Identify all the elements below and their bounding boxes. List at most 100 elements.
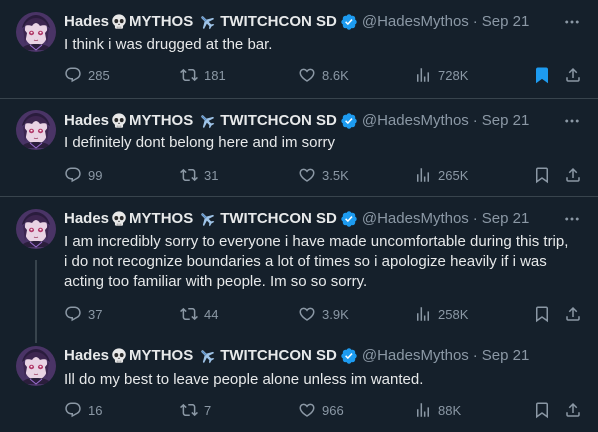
avatar[interactable]	[16, 12, 56, 52]
repost-button[interactable]: 7	[180, 400, 211, 420]
repost-count: 31	[204, 167, 219, 183]
reply-count: 99	[88, 167, 103, 183]
reply-button[interactable]: 285	[64, 65, 110, 85]
tweet-header: Hades MYTHOS TWITCHCON SD @HadesMythos ·…	[64, 346, 529, 366]
repost-button[interactable]: 31	[180, 165, 218, 185]
bookmark-icon	[533, 305, 551, 323]
user-handle[interactable]: @HadesMythos	[362, 12, 469, 32]
separator-dot: ·	[472, 13, 478, 30]
tweet-text: Ill do my best to leave people alone unl…	[64, 371, 424, 388]
reply-button[interactable]: 16	[64, 400, 102, 420]
reply-button[interactable]: 37	[64, 304, 102, 324]
repost-icon	[180, 305, 198, 323]
bookmark-filled-icon	[533, 66, 551, 84]
views-button[interactable]: 88K	[414, 400, 461, 420]
display-name[interactable]: Hades MYTHOS TWITCHCON SD	[64, 111, 358, 131]
repost-icon	[180, 401, 198, 419]
tweet-timestamp[interactable]: Sep 21	[482, 111, 530, 131]
more-options-button[interactable]	[562, 12, 582, 32]
like-count: 966	[322, 402, 344, 418]
repost-button[interactable]: 44	[180, 304, 218, 324]
display-name[interactable]: Hades MYTHOS TWITCHCON SD	[64, 12, 358, 32]
more-icon	[563, 13, 581, 31]
display-name[interactable]: Hades MYTHOS TWITCHCON SD	[64, 346, 358, 366]
bookmark-button[interactable]	[533, 65, 551, 85]
airplane-emoji-icon	[198, 13, 216, 31]
share-icon	[564, 305, 582, 323]
tweet-timestamp[interactable]: Sep 21	[482, 12, 530, 32]
tweet-actions: 37 44 3.9K 258K	[64, 304, 584, 324]
user-handle[interactable]: @HadesMythos	[362, 209, 469, 229]
views-button[interactable]: 728K	[414, 65, 468, 85]
more-icon	[563, 112, 581, 130]
view-count: 265K	[438, 167, 469, 183]
bookmark-button[interactable]	[533, 165, 551, 185]
verified-badge-icon	[340, 210, 358, 228]
repost-count: 44	[204, 306, 219, 322]
heart-icon	[298, 66, 316, 84]
tweet-timestamp[interactable]: Sep 21	[482, 209, 530, 229]
share-icon	[564, 66, 582, 84]
repost-count: 7	[204, 402, 212, 418]
bookmark-icon	[533, 166, 551, 184]
tweet-actions: 16 7 966 88K	[64, 400, 584, 420]
avatar[interactable]	[16, 346, 56, 386]
skull-emoji-icon	[110, 347, 128, 365]
display-name[interactable]: Hades MYTHOS TWITCHCON SD	[64, 209, 358, 229]
view-count: 88K	[438, 402, 462, 418]
bookmark-icon	[533, 401, 551, 419]
airplane-emoji-icon	[198, 210, 216, 228]
more-options-button[interactable]	[562, 209, 582, 229]
skull-emoji-icon	[110, 210, 128, 228]
reply-icon	[64, 166, 82, 184]
user-handle[interactable]: @HadesMythos	[362, 346, 469, 366]
skull-emoji-icon	[110, 13, 128, 31]
reply-button[interactable]: 99	[64, 165, 102, 185]
separator-dot: ·	[472, 347, 478, 364]
tweet[interactable]: Hades MYTHOS TWITCHCON SD @HadesMythos ·…	[0, 0, 598, 98]
views-icon	[414, 66, 432, 84]
more-options-button[interactable]	[562, 111, 582, 131]
views-button[interactable]: 258K	[414, 304, 468, 324]
verified-badge-icon	[340, 112, 358, 130]
avatar[interactable]	[16, 209, 56, 249]
views-button[interactable]: 265K	[414, 165, 468, 185]
airplane-emoji-icon	[198, 112, 216, 130]
airplane-emoji-icon	[198, 347, 216, 365]
tweet-text: I think i was drugged at the bar.	[64, 36, 273, 53]
tweet[interactable]: Hades MYTHOS TWITCHCON SD @HadesMythos ·…	[0, 197, 598, 337]
bookmark-button[interactable]	[533, 304, 551, 324]
repost-count: 181	[204, 67, 226, 83]
like-button[interactable]: 966	[298, 400, 344, 420]
like-button[interactable]: 3.9K	[298, 304, 349, 324]
views-icon	[414, 166, 432, 184]
avatar[interactable]	[16, 110, 56, 150]
repost-icon	[180, 66, 198, 84]
like-button[interactable]: 8.6K	[298, 65, 349, 85]
share-button[interactable]	[564, 400, 582, 420]
tweet-actions: 99 31 3.5K 265K	[64, 165, 584, 185]
tweet-header: Hades MYTHOS TWITCHCON SD @HadesMythos ·…	[64, 111, 529, 131]
bookmark-button[interactable]	[533, 400, 551, 420]
verified-badge-icon	[340, 347, 358, 365]
reply-icon	[64, 401, 82, 419]
share-icon	[564, 166, 582, 184]
share-button[interactable]	[564, 165, 582, 185]
like-button[interactable]: 3.5K	[298, 165, 349, 185]
repost-button[interactable]: 181	[180, 65, 226, 85]
tweet[interactable]: Hades MYTHOS TWITCHCON SD @HadesMythos ·…	[0, 99, 598, 196]
tweet[interactable]: Hades MYTHOS TWITCHCON SD @HadesMythos ·…	[0, 337, 598, 432]
reply-icon	[64, 305, 82, 323]
repost-icon	[180, 166, 198, 184]
like-count: 3.9K	[322, 306, 349, 322]
view-count: 728K	[438, 67, 469, 83]
share-button[interactable]	[564, 65, 582, 85]
reply-count: 37	[88, 306, 103, 322]
tweet-text: I am incredibly sorry to everyone i have…	[64, 233, 569, 290]
skull-emoji-icon	[110, 112, 128, 130]
share-button[interactable]	[564, 304, 582, 324]
tweet-timestamp[interactable]: Sep 21	[482, 346, 530, 366]
user-handle[interactable]: @HadesMythos	[362, 111, 469, 131]
reply-icon	[64, 66, 82, 84]
heart-icon	[298, 401, 316, 419]
